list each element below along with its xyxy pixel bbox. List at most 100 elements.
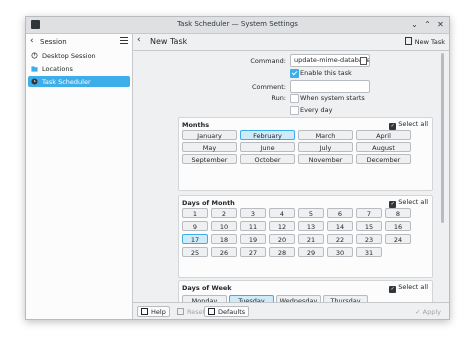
new-task-label: New Task [414, 38, 445, 46]
day-toggle-30[interactable]: 30 [327, 247, 353, 257]
sidebar-item-locations[interactable]: Locations [28, 63, 130, 74]
day-toggle-31[interactable]: 31 [356, 247, 382, 257]
day-toggle-28[interactable]: 28 [269, 247, 295, 257]
month-toggle-august[interactable]: August [356, 142, 411, 152]
days-of-week-select-all-button[interactable]: ✓ Select all [389, 283, 428, 293]
apply-label: Apply [422, 308, 441, 316]
sidebar-item-label: Locations [42, 65, 73, 73]
month-toggle-april[interactable]: April [356, 130, 411, 140]
header-divider [133, 50, 449, 51]
day-toggle-27[interactable]: 27 [240, 247, 266, 257]
month-toggle-may[interactable]: May [182, 142, 237, 152]
run-startup-checkbox[interactable] [290, 94, 299, 103]
maximize-icon[interactable]: ⌃ [422, 19, 433, 30]
footer-bar: Help Reset Defaults ✓ Apply [133, 302, 449, 319]
file-browse-icon[interactable] [360, 57, 367, 65]
command-field[interactable]: update-mime-database [290, 54, 370, 67]
month-toggle-december[interactable]: December [356, 154, 411, 164]
days-of-month-title: Days of Month [182, 199, 235, 207]
back-arrow-icon[interactable]: ‹ [137, 35, 141, 45]
hamburger-menu-icon[interactable] [120, 37, 128, 46]
day-toggle-7[interactable]: 7 [356, 208, 382, 218]
sidebar-item-desktop-session[interactable]: Desktop Session [28, 50, 130, 61]
day-toggle-29[interactable]: 29 [298, 247, 324, 257]
month-toggle-july[interactable]: July [298, 142, 353, 152]
months-group: Months ✓ Select all January February March A… [178, 117, 433, 191]
run-label: Run: [271, 94, 286, 102]
day-toggle-9[interactable]: 9 [182, 221, 208, 231]
defaults-icon [208, 308, 215, 315]
power-icon [31, 52, 38, 59]
day-toggle-20[interactable]: 20 [269, 234, 295, 244]
day-toggle-17[interactable]: 17 [182, 234, 208, 244]
select-all-label: Select all [398, 120, 428, 128]
minimize-icon[interactable]: ⌄ [409, 19, 420, 30]
run-everyday-checkbox[interactable] [290, 106, 299, 115]
day-toggle-15[interactable]: 15 [356, 221, 382, 231]
day-toggle-11[interactable]: 11 [240, 221, 266, 231]
defaults-button[interactable]: Defaults [204, 306, 250, 317]
day-toggle-14[interactable]: 14 [327, 221, 353, 231]
sidebar: ‹ Session Desktop Session Locations Task… [26, 34, 133, 319]
month-toggle-february[interactable]: February [240, 130, 295, 140]
main-panel: ‹ New Task New Task Command: update-mime… [133, 34, 449, 319]
folder-icon [31, 66, 38, 72]
day-toggle-10[interactable]: 10 [211, 221, 237, 231]
main-header: ‹ New Task New Task [133, 34, 449, 48]
enable-task-checkbox[interactable] [290, 69, 299, 78]
sidebar-item-task-scheduler[interactable]: Task Scheduler [28, 76, 130, 87]
day-toggle-19[interactable]: 19 [240, 234, 266, 244]
comment-label: Comment: [251, 83, 286, 91]
days-of-month-select-all-button[interactable]: ✓ Select all [389, 198, 428, 208]
sidebar-header: ‹ Session [26, 34, 132, 48]
day-toggle-13[interactable]: 13 [298, 221, 324, 231]
apply-button[interactable]: ✓ Apply [411, 306, 445, 317]
help-button[interactable]: Help [137, 306, 170, 317]
days-of-month-group: Days of Month ✓ Select all 1 2 3 4 5 6 7 8 9 10 11 1… [178, 195, 433, 278]
month-toggle-june[interactable]: June [240, 142, 295, 152]
day-toggle-18[interactable]: 18 [211, 234, 237, 244]
day-toggle-6[interactable]: 6 [327, 208, 353, 218]
select-all-label: Select all [398, 198, 428, 206]
day-toggle-24[interactable]: 24 [385, 234, 411, 244]
document-icon [404, 37, 412, 45]
day-toggle-8[interactable]: 8 [385, 208, 411, 218]
day-toggle-3[interactable]: 3 [240, 208, 266, 218]
scrollbar-thumb[interactable] [441, 53, 444, 223]
window: Task Scheduler — System Settings ⌄ ⌃ ✕ ‹… [25, 16, 450, 320]
window-title: Task Scheduler — System Settings [177, 20, 298, 28]
day-toggle-25[interactable]: 25 [182, 247, 208, 257]
months-select-all-button[interactable]: ✓ Select all [389, 120, 428, 130]
day-toggle-1[interactable]: 1 [182, 208, 208, 218]
day-toggle-12[interactable]: 12 [269, 221, 295, 231]
check-icon: ✓ [415, 308, 423, 316]
new-task-button[interactable]: New Task [404, 37, 445, 46]
month-toggle-september[interactable]: September [182, 154, 237, 164]
month-toggle-october[interactable]: October [240, 154, 295, 164]
command-value: update-mime-database [294, 56, 370, 64]
comment-field[interactable] [290, 80, 370, 93]
day-toggle-26[interactable]: 26 [211, 247, 237, 257]
day-toggle-22[interactable]: 22 [327, 234, 353, 244]
sidebar-title: Session [40, 38, 67, 46]
back-arrow-icon[interactable]: ‹ [30, 36, 34, 46]
run-startup-label: When system starts [300, 94, 365, 102]
sidebar-item-label: Task Scheduler [42, 78, 91, 86]
select-all-label: Select all [398, 283, 428, 291]
month-toggle-january[interactable]: January [182, 130, 237, 140]
month-toggle-november[interactable]: November [298, 154, 353, 164]
day-toggle-4[interactable]: 4 [269, 208, 295, 218]
scrollbar[interactable] [440, 51, 445, 301]
select-all-icon: ✓ [389, 123, 397, 130]
day-toggle-21[interactable]: 21 [298, 234, 324, 244]
sidebar-item-label: Desktop Session [42, 52, 96, 60]
month-toggle-march[interactable]: March [298, 130, 353, 140]
close-icon[interactable]: ✕ [435, 19, 446, 30]
day-toggle-2[interactable]: 2 [211, 208, 237, 218]
page-title: New Task [150, 37, 188, 46]
day-toggle-16[interactable]: 16 [385, 221, 411, 231]
day-toggle-5[interactable]: 5 [298, 208, 324, 218]
day-toggle-23[interactable]: 23 [356, 234, 382, 244]
run-everyday-label: Every day [300, 106, 333, 114]
days-of-week-title: Days of Week [182, 284, 232, 292]
